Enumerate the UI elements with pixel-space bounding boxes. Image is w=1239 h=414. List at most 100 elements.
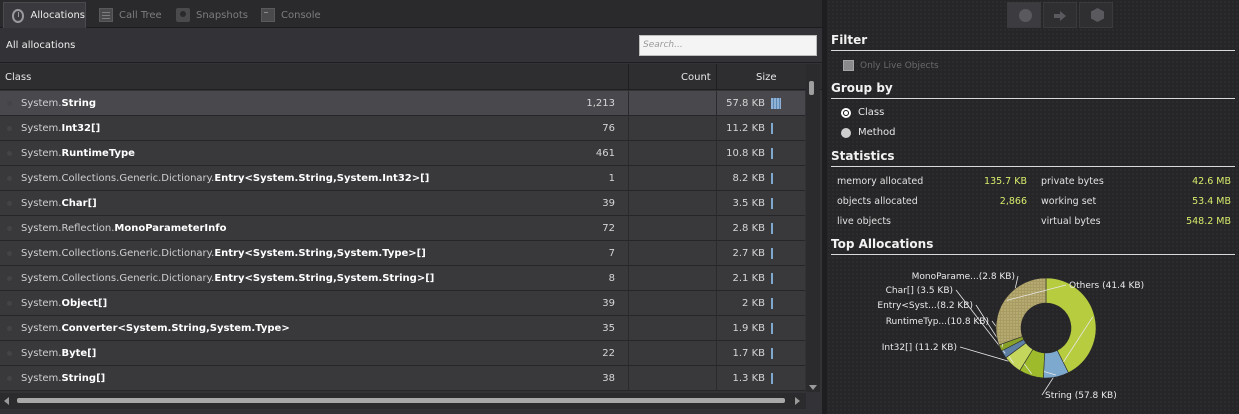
scroll-left-arrow-icon[interactable]: [4, 397, 9, 405]
top-allocations-chart: String (57.8 KB) Int32[] (11.2 KB) Runtime…: [827, 258, 1239, 414]
table-row[interactable]: System.Reflection.MonoParameterInfo 72 2.8…: [0, 216, 805, 241]
column-header-class[interactable]: Class: [5, 72, 31, 83]
tab-call-tree[interactable]: Call Tree: [91, 2, 167, 28]
class-name: System.Collections.Generic.Dictionary.En…: [21, 273, 435, 284]
class-name: System.Int32[]: [21, 123, 101, 134]
size-cell: 2.8 KB: [732, 223, 766, 234]
size-cell: 57.8 KB: [726, 98, 765, 109]
details-pane: Filter Only Live Objects Group by Class …: [827, 0, 1239, 414]
group-by-class-radio[interactable]: Class: [841, 107, 884, 118]
table-row[interactable]: System.Collections.Generic.Dictionary.En…: [0, 266, 805, 291]
size-cell: 3.5 KB: [732, 198, 766, 209]
radio-label: Class: [858, 107, 885, 118]
package-button[interactable]: [1079, 2, 1113, 28]
count-cell: 461: [595, 148, 615, 159]
call-tree-icon: [99, 8, 113, 22]
divider: [831, 254, 1235, 255]
size-bar: [771, 98, 781, 109]
radio-unselected-icon[interactable]: [841, 127, 851, 138]
vertical-scrollbar[interactable]: [806, 64, 820, 392]
package-icon: [1091, 8, 1104, 22]
row-bullet-icon: [7, 201, 12, 206]
donut-slice[interactable]: [995, 277, 1047, 346]
class-name: System.Char[]: [21, 198, 97, 209]
table-row[interactable]: System.RuntimeType 461 10.8 KB: [0, 141, 805, 166]
size-bar: [771, 248, 773, 259]
tab-snapshots[interactable]: Snapshots: [168, 2, 252, 28]
count-cell: 35: [602, 323, 615, 334]
count-cell: 39: [602, 298, 615, 309]
size-cell: 1.7 KB: [732, 348, 766, 359]
class-name: System.String: [21, 98, 97, 109]
checkbox-box[interactable]: [843, 60, 854, 71]
class-name: System.Converter<System.String,System.Ty…: [21, 323, 290, 334]
count-cell: 39: [602, 198, 615, 209]
slice-label: Entry<Syst...(8.2 KB): [877, 301, 973, 311]
statistics-heading: Statistics: [831, 149, 895, 163]
count-cell: 38: [602, 373, 615, 384]
size-cell: 10.8 KB: [726, 148, 765, 159]
class-name: System.Object[]: [21, 298, 108, 309]
slice-label: MonoParame...(2.8 KB): [912, 272, 1015, 282]
size-cell: 8.2 KB: [732, 173, 766, 184]
class-name: System.Byte[]: [21, 348, 97, 359]
count-cell: 7: [608, 248, 615, 259]
allocations-pane: Allocations Call Tree Snapshots Console …: [0, 0, 822, 414]
stopwatch-icon: [12, 8, 25, 23]
scroll-down-arrow-icon[interactable]: [809, 385, 817, 390]
column-header-size[interactable]: Size: [756, 72, 777, 83]
stat-memory-allocated: memory allocated 135.7 KB: [837, 176, 1027, 187]
row-bullet-icon: [7, 326, 12, 331]
table-row[interactable]: System.Object[] 39 2 KB: [0, 291, 805, 316]
group-by-heading: Group by: [831, 81, 893, 95]
table-row[interactable]: System.String 1,213 57.8 KB: [0, 91, 805, 116]
scroll-right-arrow-icon[interactable]: [795, 397, 800, 405]
row-bullet-icon: [7, 226, 12, 231]
row-bullet-icon: [7, 351, 12, 356]
table-row[interactable]: System.Char[] 39 3.5 KB: [0, 191, 805, 216]
column-header-count[interactable]: Count: [681, 72, 711, 83]
tab-allocations[interactable]: Allocations: [3, 2, 86, 28]
row-bullet-icon: [7, 126, 12, 131]
count-cell: 8: [608, 273, 615, 284]
record-button[interactable]: [1007, 2, 1041, 28]
allocations-header: All allocations Search...: [0, 29, 822, 63]
allocations-title: All allocations: [6, 40, 76, 51]
tab-console[interactable]: Console: [253, 2, 323, 28]
radio-selected-icon[interactable]: [841, 107, 851, 118]
slice-label: Char[] (3.5 KB): [886, 286, 953, 296]
table-row[interactable]: System.String[] 38 1.3 KB: [0, 366, 805, 391]
horizontal-scrollbar[interactable]: [0, 393, 806, 409]
count-cell: 1,213: [586, 98, 615, 109]
table-row[interactable]: System.Collections.Generic.Dictionary.En…: [0, 166, 805, 191]
class-name: System.Reflection.MonoParameterInfo: [21, 223, 227, 234]
table-row[interactable]: System.Int32[] 76 11.2 KB: [0, 116, 805, 141]
size-cell: 2.1 KB: [732, 273, 766, 284]
record-icon: [1019, 9, 1032, 22]
filter-heading: Filter: [831, 33, 868, 47]
stat-objects-allocated: objects allocated 2,866: [837, 196, 1027, 207]
row-bullet-icon: [7, 301, 12, 306]
size-bar: [771, 348, 773, 359]
stat-virtual-bytes: virtual bytes 548.2 MB: [1041, 216, 1231, 227]
divider: [831, 98, 1235, 99]
size-bar: [771, 198, 773, 209]
scrollbar-thumb[interactable]: [809, 81, 814, 95]
size-bar: [771, 148, 773, 159]
table-row[interactable]: System.Converter<System.String,System.Ty…: [0, 316, 805, 341]
only-live-objects-checkbox[interactable]: Only Live Objects: [843, 60, 939, 71]
group-by-method-radio[interactable]: Method: [841, 127, 896, 138]
slice-label: Others (41.4 KB): [1069, 281, 1144, 291]
slice-label: Int32[] (11.2 KB): [882, 343, 957, 353]
table-row[interactable]: System.Byte[] 22 1.7 KB: [0, 341, 805, 366]
scrollbar-thumb[interactable]: [17, 398, 785, 403]
search-input[interactable]: Search...: [639, 35, 817, 56]
allocations-table-body: System.String 1,213 57.8 KB System.Int32[] 7…: [0, 91, 805, 391]
table-row[interactable]: System.Collections.Generic.Dictionary.En…: [0, 241, 805, 266]
tab-bar: Allocations Call Tree Snapshots Console: [0, 0, 822, 28]
size-bar: [771, 373, 773, 384]
table-header: Class Count Size: [0, 64, 822, 90]
tab-label: Snapshots: [196, 9, 248, 21]
forward-button[interactable]: [1043, 2, 1077, 28]
size-bar: [771, 323, 773, 334]
